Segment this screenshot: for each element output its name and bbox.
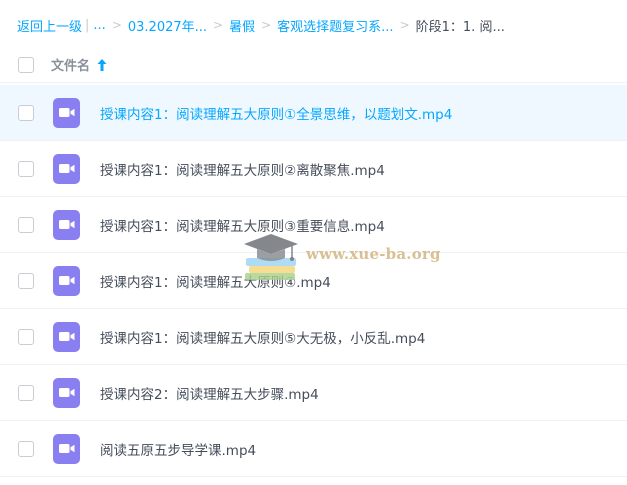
graduation-cap-icon <box>244 234 298 280</box>
file-row[interactable]: 阅读五原五步导学课.mp4 <box>0 421 627 477</box>
video-file-icon <box>53 377 80 408</box>
breadcrumb-divider: | <box>85 17 90 33</box>
arrow-up-icon[interactable] <box>96 58 108 72</box>
breadcrumb-item-year[interactable]: 03.2027年... <box>128 16 207 35</box>
select-all-checkbox[interactable] <box>18 56 34 73</box>
file-row[interactable]: 授课内容2：阅读理解五大步骤.mp4 <box>0 365 627 421</box>
list-header: 文件名 <box>0 47 627 83</box>
back-link[interactable]: 返回上一级 <box>17 16 82 35</box>
file-name[interactable]: 阅读五原五步导学课.mp4 <box>100 439 256 459</box>
chevron-right-icon: > <box>261 18 272 32</box>
watermark-text: www.xue-ba.org <box>306 245 441 263</box>
file-row[interactable]: 授课内容1：阅读理解五大原则②离散聚焦.mp4 <box>0 141 627 197</box>
file-row[interactable]: 授课内容1：阅读理解五大原则①全景思维，以题划文.mp4 <box>0 85 627 141</box>
video-file-icon <box>53 97 80 128</box>
breadcrumb-item-review[interactable]: 客观选择题复习系... <box>277 16 393 35</box>
row-checkbox[interactable] <box>18 384 34 401</box>
watermark: www.xue-ba.org <box>238 228 453 288</box>
chevron-right-icon: > <box>213 18 224 32</box>
video-file-icon <box>53 433 80 464</box>
breadcrumb-ellipsis[interactable]: ... <box>93 18 105 33</box>
filename-column-header[interactable]: 文件名 <box>51 55 90 74</box>
breadcrumb: 返回上一级 | ... > 03.2027年... > 暑假 > 客观选择题复习… <box>17 14 505 36</box>
video-file-icon <box>53 209 80 240</box>
row-checkbox[interactable] <box>18 216 34 233</box>
breadcrumb-item-summer[interactable]: 暑假 <box>229 16 255 35</box>
file-name[interactable]: 授课内容1：阅读理解五大原则②离散聚焦.mp4 <box>100 159 385 179</box>
file-name[interactable]: 授课内容1：阅读理解五大原则⑤大无极，小反乱.mp4 <box>100 327 425 347</box>
file-name[interactable]: 授课内容1：阅读理解五大原则①全景思维，以题划文.mp4 <box>100 103 452 123</box>
file-name[interactable]: 授课内容2：阅读理解五大步骤.mp4 <box>100 383 319 403</box>
video-file-icon <box>53 321 80 352</box>
video-file-icon <box>53 153 80 184</box>
chevron-right-icon: > <box>399 18 410 32</box>
row-checkbox[interactable] <box>18 272 34 289</box>
breadcrumb-current: 阶段1：1. 阅... <box>415 19 505 35</box>
chevron-right-icon: > <box>111 18 122 32</box>
video-file-icon <box>53 265 80 296</box>
row-checkbox[interactable] <box>18 440 34 457</box>
file-row[interactable]: 授课内容1：阅读理解五大原则⑤大无极，小反乱.mp4 <box>0 309 627 365</box>
row-checkbox[interactable] <box>18 328 34 345</box>
row-checkbox[interactable] <box>18 160 34 177</box>
row-checkbox[interactable] <box>18 104 34 121</box>
